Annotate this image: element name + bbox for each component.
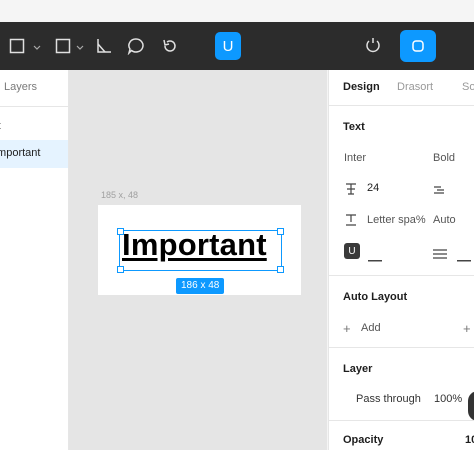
opacity-section-title: Opacity bbox=[343, 434, 384, 446]
share-button[interactable] bbox=[400, 30, 436, 62]
underline-label: U bbox=[348, 245, 356, 257]
divider bbox=[329, 347, 474, 348]
bottom-bar bbox=[0, 450, 474, 474]
canvas[interactable]: 185 x, 48 Important 186 x 48 bbox=[69, 70, 327, 450]
align-center-icon[interactable] bbox=[457, 250, 471, 268]
frame-label[interactable]: 185 x, 48 bbox=[101, 190, 138, 200]
layers-header[interactable]: Layers bbox=[4, 81, 37, 93]
line-height-icon bbox=[433, 183, 445, 201]
rectangle-icon[interactable] bbox=[55, 34, 71, 58]
undo-icon[interactable] bbox=[161, 34, 179, 58]
layers-panel: Layers t Important bbox=[0, 70, 69, 450]
divider bbox=[329, 275, 474, 276]
share-icon bbox=[412, 40, 424, 52]
strikethrough-icon[interactable] bbox=[368, 250, 382, 268]
layer-group-label[interactable]: t bbox=[0, 120, 1, 132]
font-size-input[interactable]: 24 bbox=[367, 182, 379, 194]
resize-handle[interactable] bbox=[117, 266, 124, 273]
add-icon[interactable]: + bbox=[343, 321, 351, 336]
font-weight-select[interactable]: Bold bbox=[433, 152, 455, 164]
resize-handle[interactable] bbox=[277, 266, 284, 273]
layer-item-label: Important bbox=[0, 147, 41, 159]
blend-mode-select[interactable]: Pass through bbox=[356, 393, 421, 405]
opacity-input[interactable]: 100% bbox=[434, 393, 462, 405]
pen-icon[interactable] bbox=[95, 34, 113, 58]
underline-toggle[interactable]: U bbox=[344, 243, 360, 259]
font-family-select[interactable]: Inter bbox=[344, 152, 366, 164]
component-icon[interactable] bbox=[364, 34, 382, 58]
tab-inspect[interactable]: So bbox=[462, 81, 474, 93]
font-size-icon bbox=[345, 182, 357, 200]
text-tool-button[interactable]: U bbox=[215, 32, 241, 60]
letter-spacing-icon bbox=[345, 213, 357, 231]
line-height-input[interactable]: Auto bbox=[433, 214, 456, 226]
divider bbox=[329, 420, 474, 421]
tab-prototype[interactable]: Drasort bbox=[397, 81, 433, 93]
chevron-down-icon[interactable] bbox=[33, 39, 41, 57]
resize-handle[interactable] bbox=[277, 228, 284, 235]
add-auto-layout-button[interactable]: Add bbox=[361, 322, 381, 334]
tab-design[interactable]: Design bbox=[343, 81, 380, 93]
opacity-value: 10 bbox=[465, 434, 474, 446]
add-icon-right[interactable]: + bbox=[463, 321, 471, 336]
layer-item-selected[interactable]: Important bbox=[0, 140, 68, 168]
design-panel: Design Drasort So Text Inter Bold 24 Let… bbox=[328, 70, 474, 450]
comment-icon[interactable] bbox=[127, 34, 145, 58]
text-section-title: Text bbox=[343, 121, 365, 133]
text-tool-label: U bbox=[222, 37, 234, 55]
align-left-icon[interactable] bbox=[433, 246, 447, 264]
resize-handle[interactable] bbox=[117, 228, 124, 235]
selection-box[interactable] bbox=[119, 230, 282, 271]
frame-icon[interactable] bbox=[9, 34, 25, 58]
divider bbox=[329, 105, 474, 106]
divider bbox=[0, 106, 68, 107]
size-badge: 186 x 48 bbox=[176, 278, 225, 294]
auto-layout-title: Auto Layout bbox=[343, 291, 408, 303]
letter-spacing-input[interactable]: Letter spa% bbox=[367, 214, 426, 226]
layer-section-title: Layer bbox=[343, 363, 373, 375]
toolbar: U bbox=[0, 22, 474, 70]
scroll-handle[interactable] bbox=[468, 391, 474, 421]
chevron-down-icon[interactable] bbox=[76, 39, 84, 57]
